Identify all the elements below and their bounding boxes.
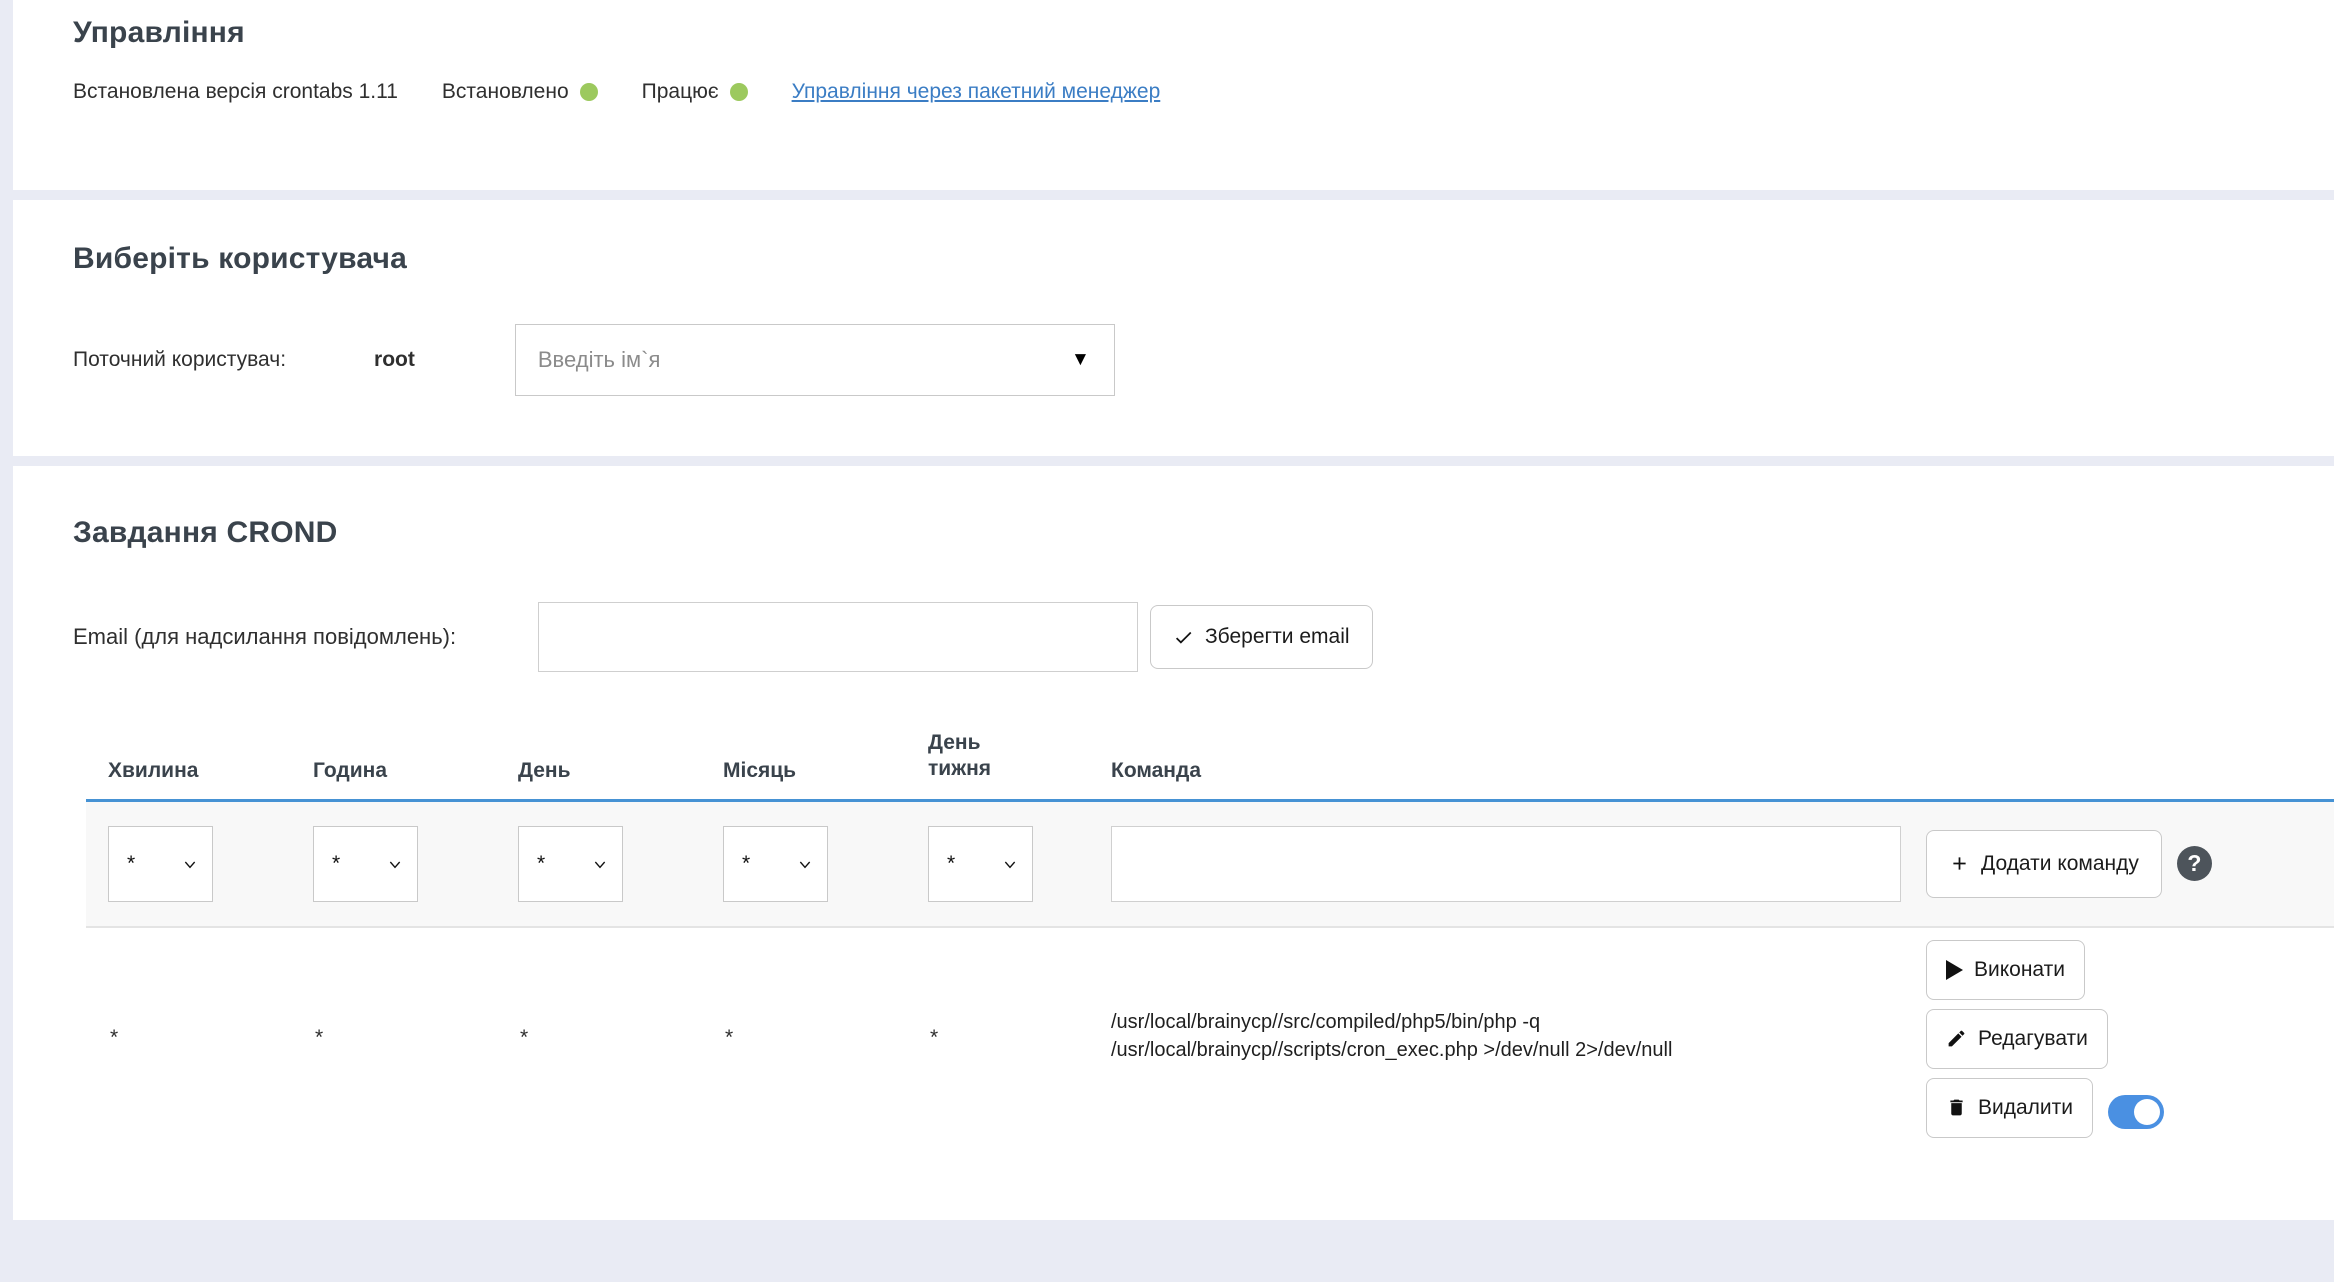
- task-day-value: *: [496, 926, 701, 1154]
- weekday-select[interactable]: *: [928, 826, 1033, 902]
- new-task-month-cell: *: [701, 802, 906, 926]
- toggle-knob: [2134, 1099, 2160, 1125]
- help-icon[interactable]: ?: [2177, 846, 2212, 881]
- installed-status: Встановлено: [442, 80, 598, 104]
- task-command-value: /usr/local/brainycp//src/compiled/php5/b…: [1111, 926, 1926, 1154]
- chevron-down-icon: [592, 856, 608, 872]
- play-icon: [1946, 960, 1963, 980]
- task-actions-cell: Виконати Редагувати Видалити: [1926, 926, 2334, 1154]
- current-user-row: Поточний користувач: root Введіть ім`я ▼: [73, 324, 2334, 396]
- task-month-value: *: [701, 926, 906, 1154]
- edit-task-button-label: Редагувати: [1978, 1027, 2088, 1051]
- header-month: Місяць: [701, 730, 906, 799]
- plus-icon: [1949, 853, 1970, 874]
- email-input[interactable]: [538, 602, 1138, 672]
- task-hour-value: *: [291, 926, 496, 1154]
- current-user-label: Поточний користувач:: [73, 348, 286, 372]
- user-select-placeholder: Введіть ім`я: [538, 347, 1071, 373]
- cron-table: Хвилина Година День Місяць День тижня Ко…: [86, 730, 2331, 1154]
- header-actions-spacer: [1926, 730, 2334, 799]
- email-label: Email (для надсилання повідомлень):: [73, 624, 538, 650]
- current-user-value: root: [374, 348, 415, 372]
- task-weekday-value: *: [906, 926, 1111, 1154]
- chevron-down-icon: [182, 856, 198, 872]
- management-title: Управління: [73, 16, 2334, 50]
- add-command-button-label: Додати команду: [1981, 852, 2139, 876]
- new-task-actions-cell: Додати команду ?: [1926, 802, 2334, 926]
- installed-status-label: Встановлено: [442, 80, 569, 104]
- edit-task-button[interactable]: Редагувати: [1926, 1009, 2108, 1069]
- check-icon: [1173, 627, 1194, 648]
- new-task-minute-cell: *: [86, 802, 291, 926]
- header-day: День: [496, 730, 701, 799]
- header-hour: Година: [291, 730, 496, 799]
- hour-select[interactable]: *: [313, 826, 418, 902]
- add-command-button[interactable]: Додати команду: [1926, 830, 2162, 898]
- run-task-button[interactable]: Виконати: [1926, 940, 2085, 1000]
- running-status: Працює: [642, 80, 748, 104]
- delete-task-button-label: Видалити: [1978, 1096, 2073, 1120]
- pencil-icon: [1946, 1028, 1967, 1049]
- header-command: Команда: [1111, 730, 1926, 799]
- header-weekday: День тижня: [906, 730, 1111, 799]
- minute-select[interactable]: *: [108, 826, 213, 902]
- day-select[interactable]: *: [518, 826, 623, 902]
- select-user-title: Виберіть користувача: [73, 242, 2334, 276]
- crond-tasks-panel: Завдання CROND Email (для надсилання пов…: [13, 466, 2334, 1220]
- new-task-day-cell: *: [496, 802, 701, 926]
- new-task-weekday-cell: *: [906, 802, 1111, 926]
- run-task-button-label: Виконати: [1974, 958, 2065, 982]
- task-enabled-toggle[interactable]: [2108, 1095, 2164, 1129]
- installed-status-dot-icon: [580, 83, 598, 101]
- task-minute-value: *: [86, 926, 291, 1154]
- chevron-down-icon: [1002, 856, 1018, 872]
- caret-down-icon: ▼: [1071, 349, 1090, 371]
- month-select[interactable]: *: [723, 826, 828, 902]
- delete-task-button[interactable]: Видалити: [1926, 1078, 2093, 1138]
- crond-title: Завдання CROND: [73, 516, 2334, 550]
- management-status-row: Встановлена версія crontabs 1.11 Встанов…: [73, 80, 2334, 104]
- running-status-dot-icon: [730, 83, 748, 101]
- command-input[interactable]: [1111, 826, 1901, 902]
- chevron-down-icon: [387, 856, 403, 872]
- installed-version-label: Встановлена версія crontabs 1.11: [73, 80, 398, 104]
- save-email-button-label: Зберегти email: [1205, 625, 1350, 649]
- save-email-button[interactable]: Зберегти email: [1150, 605, 1373, 669]
- user-select-dropdown[interactable]: Введіть ім`я ▼: [515, 324, 1115, 396]
- package-manager-link[interactable]: Управління через пакетний менеджер: [792, 80, 1161, 104]
- running-status-label: Працює: [642, 80, 719, 104]
- header-minute: Хвилина: [86, 730, 291, 799]
- trash-icon: [1946, 1097, 1967, 1118]
- select-user-panel: Виберіть користувача Поточний користувач…: [13, 200, 2334, 456]
- chevron-down-icon: [797, 856, 813, 872]
- new-task-hour-cell: *: [291, 802, 496, 926]
- email-row: Email (для надсилання повідомлень): Збер…: [73, 602, 2334, 672]
- new-task-command-cell: [1111, 802, 1926, 926]
- management-panel: Управління Встановлена версія crontabs 1…: [13, 0, 2334, 190]
